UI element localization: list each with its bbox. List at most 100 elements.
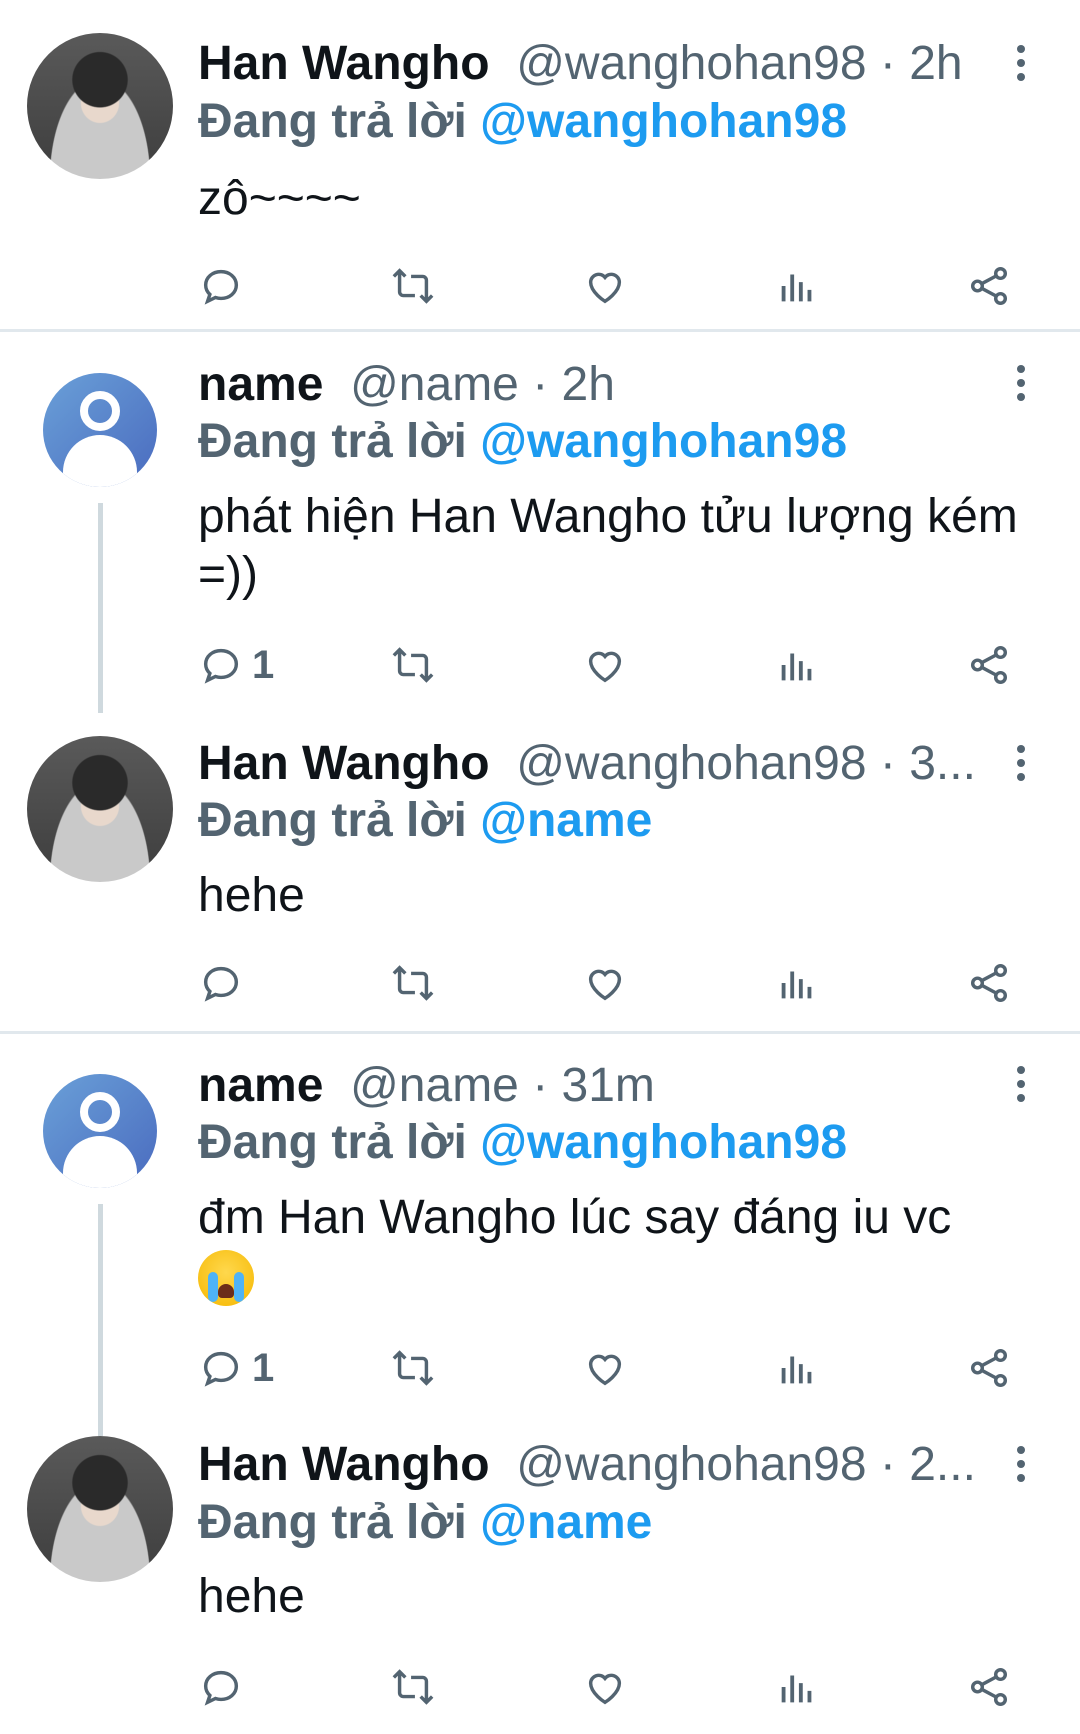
timestamp[interactable]: 2...: [909, 1438, 976, 1491]
retweet-button[interactable]: [390, 1663, 436, 1711]
like-icon: [588, 651, 622, 683]
analytics-icon: [781, 274, 812, 302]
author-name[interactable]: Han Wangho: [198, 1438, 490, 1491]
author-name[interactable]: name: [198, 1059, 323, 1112]
reply-prefix: Đang trả lời: [198, 794, 481, 847]
retweet-button[interactable]: [390, 959, 436, 1007]
tweet-text-content: đm Han Wangho lúc say đáng iu vc: [198, 1191, 952, 1244]
like-icon: [588, 969, 622, 1001]
like-icon: [588, 272, 622, 304]
like-button[interactable]: [582, 1344, 628, 1392]
replying-to: Đang trả lời @name: [198, 1494, 652, 1552]
author-name[interactable]: name: [198, 358, 323, 411]
like-button[interactable]: [582, 959, 628, 1007]
retweet-icon: [392, 1350, 434, 1386]
reply-count: 1: [252, 1345, 275, 1390]
analytics-button[interactable]: [774, 959, 820, 1007]
tweet[interactable]: name @name · 31m Đang trả lời @wanghohan…: [0, 1034, 1080, 1436]
reply-count: 1: [252, 642, 275, 687]
replying-to: Đang trả lời @wanghohan98: [198, 413, 847, 471]
separator: ·: [866, 737, 910, 790]
analytics-icon: [781, 1675, 812, 1703]
share-button[interactable]: [966, 959, 1012, 1007]
timestamp[interactable]: 31m: [562, 1059, 655, 1112]
author-handle[interactable]: @wanghohan98: [503, 37, 866, 90]
tweet[interactable]: Han Wangho @wanghohan98 · 2... Đang trả …: [0, 1434, 1080, 1734]
analytics-icon: [781, 1356, 812, 1384]
avatar[interactable]: [27, 1436, 173, 1582]
author-name[interactable]: Han Wangho: [198, 37, 490, 90]
analytics-button[interactable]: [774, 641, 820, 689]
tweet-header: name @name · 2h: [198, 356, 978, 414]
more-options-icon[interactable]: [1010, 1066, 1032, 1106]
like-icon: [588, 1354, 622, 1386]
more-options-icon[interactable]: [1010, 745, 1032, 785]
reply-target-link[interactable]: @wanghohan98: [480, 415, 847, 468]
reply-target-link[interactable]: @wanghohan98: [480, 1116, 847, 1169]
tweet[interactable]: Han Wangho @wanghohan98 · 3... Đang trả …: [0, 718, 1080, 1033]
avatar[interactable]: [27, 357, 173, 503]
retweet-button[interactable]: [390, 262, 436, 310]
like-button[interactable]: [582, 1663, 628, 1711]
reply-target-link[interactable]: @name: [480, 794, 652, 847]
share-button[interactable]: [966, 262, 1012, 310]
avatar[interactable]: [27, 736, 173, 882]
share-icon: [970, 646, 1008, 684]
analytics-button[interactable]: [774, 1344, 820, 1392]
default-avatar-icon: [43, 1074, 157, 1188]
retweet-button[interactable]: [390, 1344, 436, 1392]
share-button[interactable]: [966, 641, 1012, 689]
reply-button[interactable]: [198, 262, 252, 310]
share-button[interactable]: [966, 1663, 1012, 1711]
more-options-icon[interactable]: [1010, 1446, 1032, 1486]
more-options-icon[interactable]: [1010, 365, 1032, 405]
reply-icon: [203, 1670, 239, 1706]
reply-prefix: Đang trả lời: [198, 415, 481, 468]
reply-icon: [203, 269, 239, 305]
author-handle[interactable]: @wanghohan98: [503, 737, 866, 790]
thread-line: [98, 503, 103, 713]
retweet-button[interactable]: [390, 641, 436, 689]
analytics-button[interactable]: [774, 262, 820, 310]
reply-button[interactable]: [198, 959, 252, 1007]
author-handle[interactable]: @wanghohan98: [503, 1438, 866, 1491]
like-button[interactable]: [582, 641, 628, 689]
like-button[interactable]: [582, 262, 628, 310]
reply-button[interactable]: [198, 1663, 252, 1711]
reply-target-link[interactable]: @name: [480, 1496, 652, 1549]
share-button[interactable]: [966, 1344, 1012, 1392]
reply-prefix: Đang trả lời: [198, 95, 481, 148]
avatar[interactable]: [27, 1058, 173, 1204]
retweet-icon: [392, 965, 434, 1001]
separator: ·: [866, 1438, 910, 1491]
loudly-crying-face-emoji: [198, 1250, 254, 1307]
tweet-text: đm Han Wangho lúc say đáng iu vc: [198, 1189, 1018, 1307]
reply-prefix: Đang trả lời: [198, 1116, 481, 1169]
reply-icon: [203, 648, 239, 684]
timestamp[interactable]: 3...: [909, 737, 976, 790]
analytics-button[interactable]: [774, 1663, 820, 1711]
divider: [0, 329, 1080, 332]
reply-button[interactable]: 1: [198, 1344, 274, 1392]
tweet-header: name @name · 31m: [198, 1057, 978, 1115]
tweet[interactable]: Han Wangho @wanghohan98 · 2h Đang trả lờ…: [0, 0, 1080, 330]
reply-target-link[interactable]: @wanghohan98: [480, 95, 847, 148]
author-name[interactable]: Han Wangho: [198, 737, 490, 790]
author-handle[interactable]: @name: [337, 1059, 519, 1112]
tweet-text: phát hiện Han Wangho tửu lượng kém =)): [198, 490, 1018, 601]
share-icon: [970, 1349, 1008, 1387]
reply-button[interactable]: 1: [198, 641, 274, 689]
like-icon: [588, 1673, 622, 1705]
timestamp[interactable]: 2h: [909, 37, 962, 90]
tweet-text: hehe: [198, 869, 305, 922]
timestamp[interactable]: 2h: [562, 358, 615, 411]
tweet-header: Han Wangho @wanghohan98 · 2h: [198, 35, 978, 93]
reply-icon: [203, 1351, 239, 1387]
analytics-icon: [781, 653, 812, 681]
author-handle[interactable]: @name: [337, 358, 519, 411]
separator: ·: [518, 1059, 562, 1112]
reply-icon: [203, 966, 239, 1002]
avatar[interactable]: [27, 33, 173, 179]
more-options-icon[interactable]: [1010, 45, 1032, 85]
tweet[interactable]: name @name · 2h Đang trả lời @wanghohan9…: [0, 333, 1080, 718]
